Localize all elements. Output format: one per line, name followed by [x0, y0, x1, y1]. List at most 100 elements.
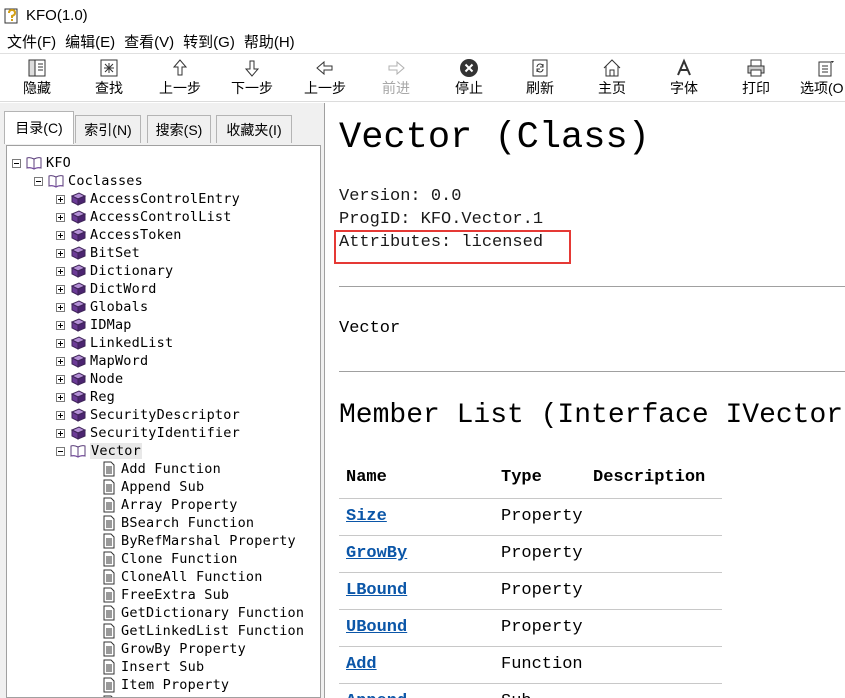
member-description-cell: [586, 683, 722, 698]
expand-icon[interactable]: [56, 230, 65, 240]
tab-contents[interactable]: 目录(C): [4, 111, 74, 144]
topic-page-icon: [101, 587, 117, 603]
tree-item-class[interactable]: AccessControlEntry: [56, 190, 240, 208]
tree-item-member[interactable]: FreeExtra Sub: [101, 586, 229, 604]
member-description-cell: [586, 535, 722, 573]
tree-item-class[interactable]: SecurityDescriptor: [56, 406, 240, 424]
tree-item-member[interactable]: BSearch Function: [101, 514, 254, 532]
tree-item-coclasses[interactable]: Coclasses: [34, 172, 143, 190]
print-button[interactable]: 打印: [736, 57, 776, 101]
tree-item-class[interactable]: LinkedList: [56, 334, 173, 352]
closed-book-icon: [70, 425, 87, 441]
stop-button[interactable]: 停止: [449, 57, 489, 101]
member-name-cell: GrowBy: [339, 535, 494, 573]
menu-edit[interactable]: 编辑(E): [62, 31, 121, 52]
tree-item-member[interactable]: Array Property: [101, 496, 238, 514]
collapse-icon[interactable]: [34, 176, 43, 186]
tree-item-label: AccessControlList: [90, 209, 232, 225]
home-button[interactable]: 主页: [592, 57, 632, 101]
tree-item-class[interactable]: AccessControlList: [56, 208, 232, 226]
expand-icon[interactable]: [56, 266, 65, 276]
tree-item-member[interactable]: Item Property: [101, 676, 229, 694]
refresh-icon: [532, 59, 548, 77]
tree-item-member[interactable]: GetLinkedList Function: [101, 622, 304, 640]
tree-item-label: Array Property: [121, 497, 238, 513]
tree-item-member[interactable]: GrowBy Property: [101, 640, 246, 658]
topic-page-icon: [101, 623, 117, 639]
tree-item-class[interactable]: AccessToken: [56, 226, 182, 244]
menu-file[interactable]: 文件(F): [4, 31, 62, 52]
next-topic-button[interactable]: 下一步: [227, 57, 277, 101]
tree-item-class[interactable]: DictWord: [56, 280, 157, 298]
tree-item-class[interactable]: Reg: [56, 388, 115, 406]
tree-item-member[interactable]: GetDictionary Function: [101, 604, 304, 622]
back-button[interactable]: 上一步: [300, 57, 350, 101]
menu-goto[interactable]: 转到(G): [180, 31, 241, 52]
expand-icon[interactable]: [56, 284, 65, 294]
locate-button[interactable]: 查找: [87, 57, 131, 101]
tree-item-class[interactable]: IDMap: [56, 316, 132, 334]
refresh-button[interactable]: 刷新: [520, 57, 560, 101]
member-link[interactable]: Append: [346, 692, 407, 698]
tab-index[interactable]: 索引(N): [75, 115, 141, 143]
tree-item-label: Coclasses: [68, 173, 143, 189]
tree-item-class[interactable]: Globals: [56, 298, 148, 316]
locate-icon: [100, 59, 118, 77]
member-link[interactable]: LBound: [346, 581, 407, 600]
navigation-pane: 目录(C) 索引(N) 搜索(S) 收藏夹(I) KFO Coclasses Acc…: [0, 103, 325, 698]
hide-button[interactable]: 隐藏: [14, 57, 60, 101]
tab-search[interactable]: 搜索(S): [147, 115, 211, 143]
tree-item-class[interactable]: BitSet: [56, 244, 140, 262]
tree-item-class[interactable]: SecurityIdentifier: [56, 424, 240, 442]
expand-icon[interactable]: [56, 194, 65, 204]
font-button[interactable]: 字体: [664, 57, 704, 101]
member-link[interactable]: UBound: [346, 618, 407, 637]
tree-item-label: Node: [90, 371, 124, 387]
tree-item-member[interactable]: CloneAll Function: [101, 568, 263, 586]
member-link[interactable]: GrowBy: [346, 544, 407, 563]
version-text: Version: 0.0: [339, 187, 462, 206]
tree-item-label: GetLinkedList Function: [121, 623, 305, 639]
tree-item-label: CloneAll Function: [121, 569, 263, 585]
tree-item-root[interactable]: KFO: [12, 154, 71, 172]
tree-item-vector[interactable]: Vector: [56, 442, 142, 460]
topic-page-icon: [101, 533, 117, 549]
expand-icon[interactable]: [56, 356, 65, 366]
member-type-cell: Property: [494, 609, 586, 647]
tree-item-label: SecurityDescriptor: [90, 407, 240, 423]
tree-item-member[interactable]: ByRefMarshal Property: [101, 532, 296, 550]
expand-icon[interactable]: [56, 410, 65, 420]
tab-favorites[interactable]: 收藏夹(I): [216, 115, 292, 143]
previous-topic-button[interactable]: 上一步: [155, 57, 205, 101]
menu-help[interactable]: 帮助(H): [241, 31, 301, 52]
collapse-icon[interactable]: [56, 446, 65, 456]
tree-item-class[interactable]: MapWord: [56, 352, 148, 370]
tree-item-class[interactable]: Dictionary: [56, 262, 173, 280]
expand-icon[interactable]: [56, 428, 65, 438]
tree-item-member[interactable]: LBound Property: [101, 694, 246, 697]
expand-icon[interactable]: [56, 212, 65, 222]
tree-item-label: BSearch Function: [121, 515, 255, 531]
tree-item-member[interactable]: Add Function: [101, 460, 221, 478]
menu-view[interactable]: 查看(V): [121, 31, 180, 52]
options-button[interactable]: 选项(O: [800, 57, 845, 101]
tree-item-member[interactable]: Insert Sub: [101, 658, 204, 676]
expand-icon[interactable]: [56, 248, 65, 258]
tree-item-member[interactable]: Clone Function: [101, 550, 238, 568]
forward-button[interactable]: 前进: [376, 57, 416, 101]
expand-icon[interactable]: [56, 374, 65, 384]
expand-icon[interactable]: [56, 338, 65, 348]
member-link[interactable]: Size: [346, 507, 387, 526]
tree-item-member[interactable]: Append Sub: [101, 478, 204, 496]
topic-page-icon: [101, 551, 117, 567]
member-link[interactable]: Add: [346, 655, 377, 674]
contents-tree[interactable]: KFO Coclasses AccessControlEntry AccessCont…: [6, 145, 321, 698]
tree-item-class[interactable]: Node: [56, 370, 123, 388]
collapse-icon[interactable]: [12, 158, 21, 168]
closed-book-icon: [70, 191, 87, 207]
expand-icon[interactable]: [56, 302, 65, 312]
expand-icon[interactable]: [56, 392, 65, 402]
divider: [339, 371, 845, 372]
tree-item-label: BitSet: [90, 245, 140, 261]
expand-icon[interactable]: [56, 320, 65, 330]
